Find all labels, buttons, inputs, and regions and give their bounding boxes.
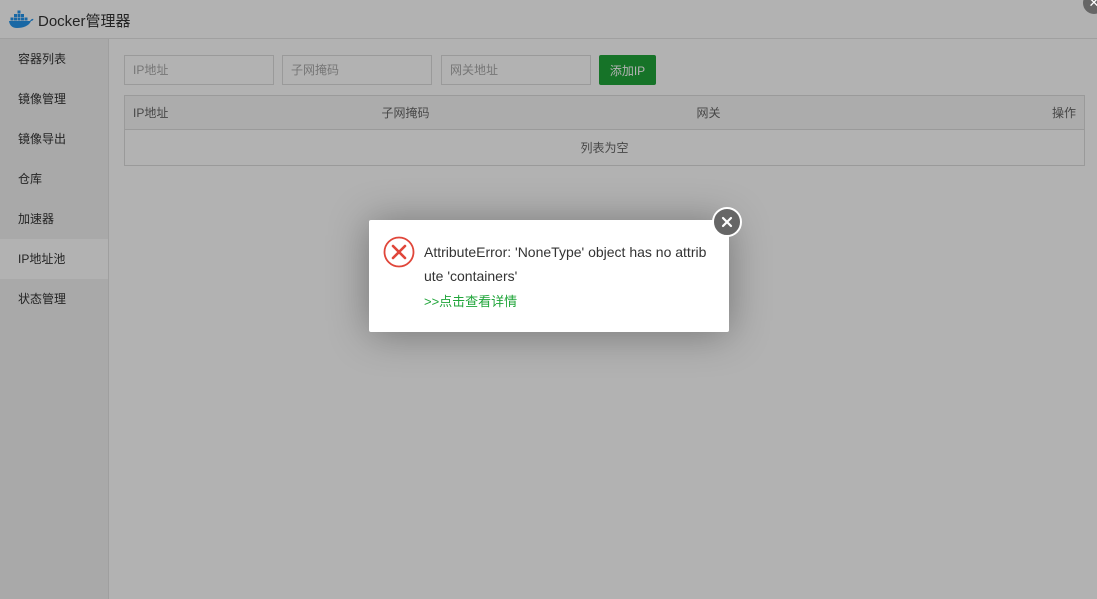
view-details-link[interactable]: >>点击查看详情 <box>424 291 517 310</box>
error-message: AttributeError: 'NoneType' object has no… <box>424 244 707 284</box>
error-circle-icon <box>383 236 415 268</box>
error-dialog: AttributeError: 'NoneType' object has no… <box>369 220 729 332</box>
dialog-close-button[interactable] <box>712 207 742 237</box>
close-icon <box>721 216 733 228</box>
close-icon: ✕ <box>1088 0 1097 10</box>
